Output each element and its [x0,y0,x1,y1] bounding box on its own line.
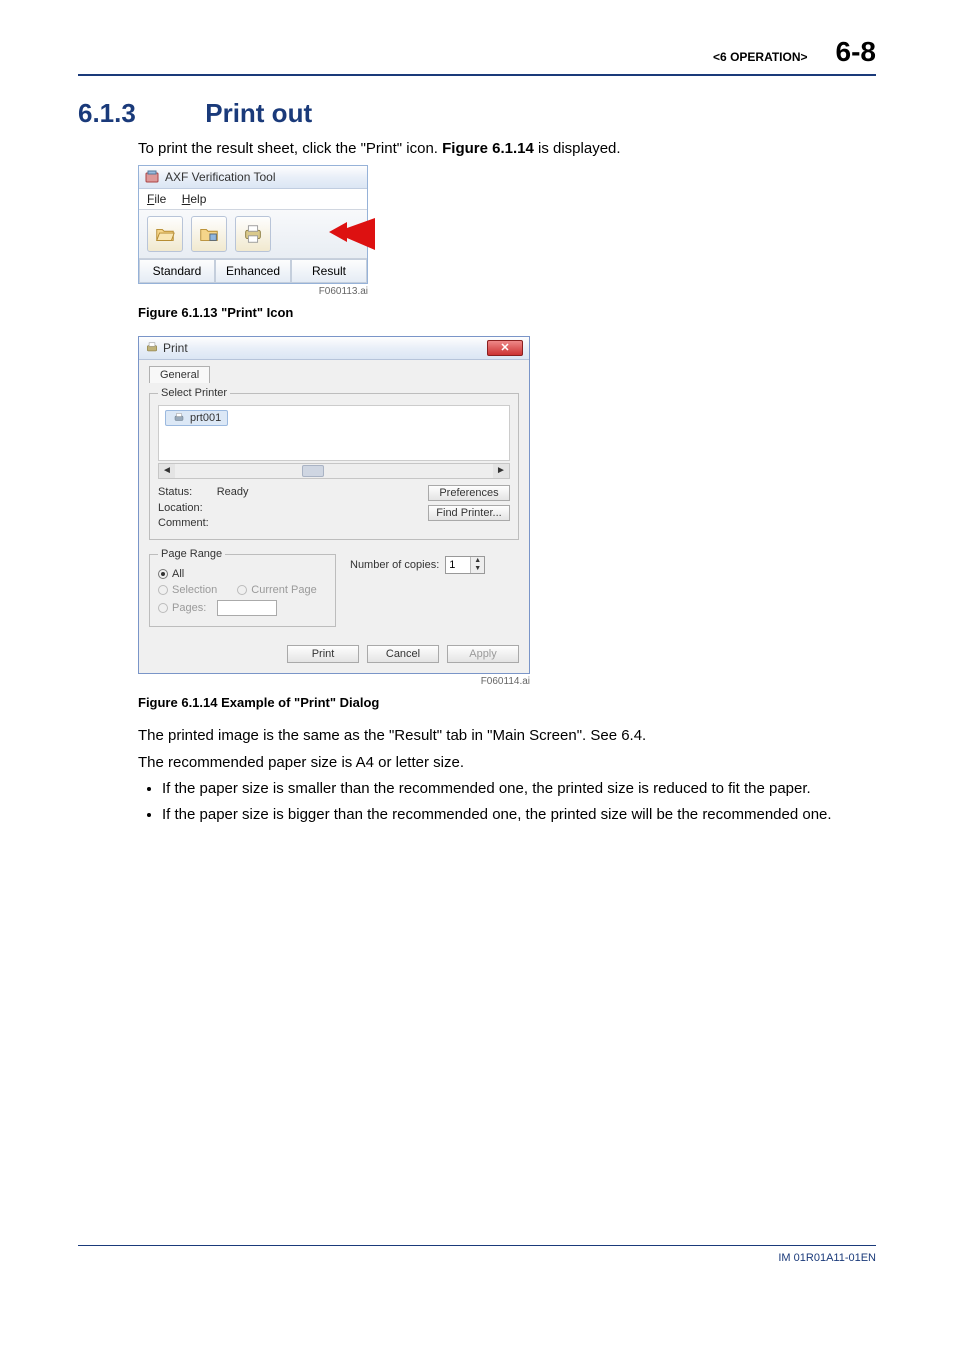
printer-icon [242,223,264,245]
callout-arrow-icon [329,218,375,250]
copies-spinner[interactable]: ▲▼ [445,556,485,574]
print-dialog: Print ✕ General Select Printer prt001 ◄ [138,336,530,674]
folder-open-icon [154,223,176,245]
section-number: 6.1.3 [78,98,198,129]
printer-list-scrollbar[interactable]: ◄ ► [158,463,510,479]
select-printer-legend: Select Printer [158,387,230,399]
printer-item[interactable]: prt001 [165,410,228,426]
menu-help[interactable]: Help [182,192,207,206]
paragraph-result-note: The printed image is the same as the "Re… [138,726,876,746]
axf-menubar: File Help [139,189,367,210]
print-button[interactable] [235,216,271,252]
radio-selection: Selection [158,584,217,596]
select-printer-group: Select Printer prt001 ◄ ► [149,387,519,540]
print-button[interactable]: Print [287,645,359,663]
axf-title: AXF Verification Tool [165,170,276,184]
radio-current-page: Current Page [237,584,316,596]
print-dialog-title: Print [163,341,188,355]
close-button[interactable]: ✕ [487,340,523,356]
save-button[interactable] [191,216,227,252]
axf-toolbar [139,210,367,259]
section-title-text: Print out [205,98,312,128]
cancel-button[interactable]: Cancel [367,645,439,663]
paragraph-paper-note: The recommended paper size is A4 or lett… [138,753,876,773]
tab-result[interactable]: Result [291,259,367,283]
tab-general[interactable]: General [149,366,210,383]
fig2-caption: Figure 6.1.14 Example of "Print" Dialog [138,695,876,710]
radio-pages: Pages: [158,600,327,616]
header-section: <6 OPERATION> [713,50,807,64]
fig2-source-tag: F060114.ai [138,676,530,687]
printer-icon [172,412,186,424]
axf-tool-window: AXF Verification Tool File Help Standa [138,165,368,284]
preferences-button[interactable]: Preferences [428,485,510,501]
axf-tabs: Standard Enhanced Result [139,259,367,283]
find-printer-button[interactable]: Find Printer... [428,505,510,521]
copies-label: Number of copies: [350,559,439,571]
header-page-number: 6-8 [836,36,876,68]
intro-paragraph: To print the result sheet, click the "Pr… [138,139,876,159]
printer-status-block: Status: Ready Location: Comment: [158,485,249,531]
fig1-source-tag: F060113.ai [138,286,368,297]
page-header: <6 OPERATION> 6-8 [78,36,876,76]
spin-up-icon[interactable]: ▲ [470,557,484,565]
printer-item-label: prt001 [190,412,221,424]
pages-input [217,600,277,616]
bullet-bigger-paper: If the paper size is bigger than the rec… [162,805,876,825]
tab-enhanced[interactable]: Enhanced [215,259,291,283]
axf-titlebar: AXF Verification Tool [139,166,367,189]
apply-button: Apply [447,645,519,663]
spin-down-icon[interactable]: ▼ [470,565,484,573]
scroll-thumb[interactable] [302,465,324,477]
copies-row: Number of copies: ▲▼ [350,556,519,574]
page-range-legend: Page Range [158,548,225,560]
print-dialog-titlebar: Print ✕ [139,337,529,360]
section-heading: 6.1.3 Print out [78,98,876,129]
scroll-left-icon[interactable]: ◄ [159,464,175,478]
tab-standard[interactable]: Standard [139,259,215,283]
page-footer: IM 01R01A11-01EN [78,1245,876,1264]
fig1-caption: Figure 6.1.13 "Print" Icon [138,305,876,320]
folder-save-icon [198,223,220,245]
printer-list[interactable]: prt001 [158,405,510,461]
open-button[interactable] [147,216,183,252]
page-range-group: Page Range All Selection Current Page Pa… [149,548,336,627]
bullet-smaller-paper: If the paper size is smaller than the re… [162,779,876,799]
copies-input[interactable] [446,559,470,571]
menu-file[interactable]: File [147,192,166,206]
radio-all[interactable]: All [158,568,327,580]
printer-icon [145,341,159,355]
app-icon [145,170,159,184]
scroll-right-icon[interactable]: ► [493,464,509,478]
